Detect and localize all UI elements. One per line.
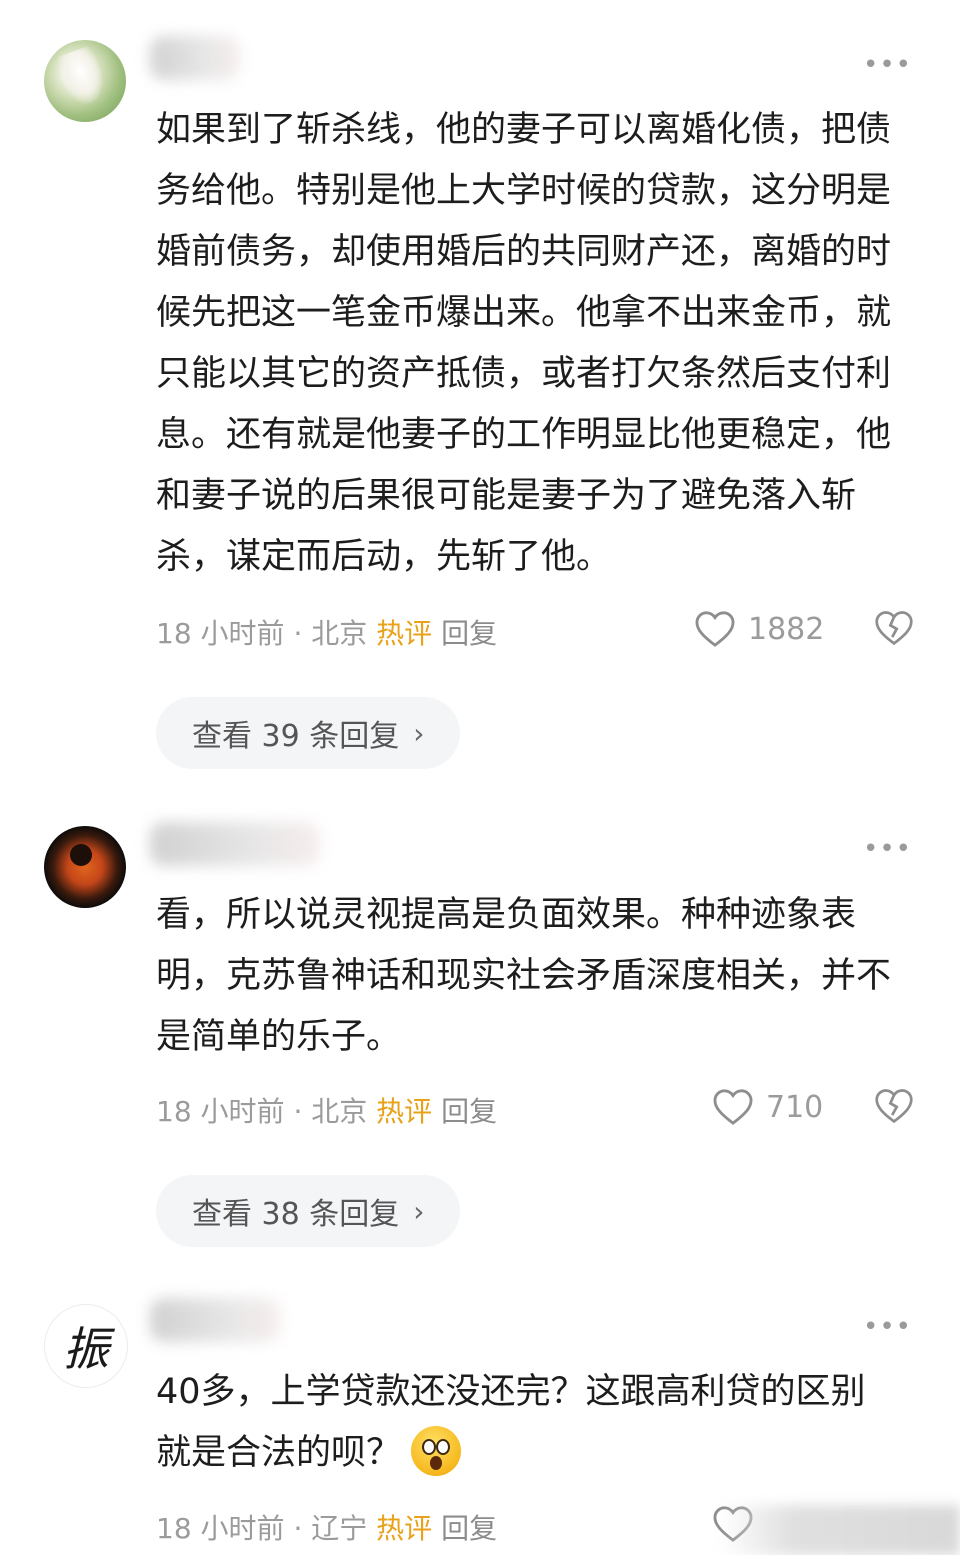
comment-location: 辽宁 — [311, 1512, 368, 1545]
shocked-face-emoji-icon — [411, 1426, 462, 1476]
comment-time: 18 小时前 — [156, 1095, 285, 1128]
meta-separator: · — [293, 1512, 303, 1545]
comment-location: 北京 — [311, 617, 368, 650]
user-avatar[interactable] — [44, 40, 126, 122]
meta-separator: · — [293, 617, 303, 650]
view-replies-label: 查看 39 条回复 — [192, 719, 400, 754]
watermark-blur — [720, 1505, 960, 1555]
comment-text: 看，所以说灵视提高是负面效果。种种迹象表明，克苏鲁神话和现实社会矛盾深度相关，并… — [156, 895, 892, 1057]
hot-comment-badge: 热评 — [376, 617, 433, 650]
chevron-right-icon: › — [413, 716, 425, 750]
user-avatar[interactable] — [44, 826, 126, 908]
comment-meta: 18 小时前 · 辽宁 热评 回复 — [156, 1507, 497, 1547]
comment-meta: 18 小时前 · 北京 热评 回复 — [156, 612, 497, 652]
chevron-right-icon: › — [413, 1194, 425, 1228]
like-button[interactable]: 1882 — [694, 610, 824, 648]
comment-time: 18 小时前 — [156, 1512, 285, 1545]
more-options-icon[interactable]: ••• — [863, 1314, 912, 1340]
comment-text: 如果到了斩杀线，他的妻子可以离婚化债，把债务给他。特别是他上大学时候的贷款，这分… — [156, 110, 892, 577]
comment-location: 北京 — [311, 1095, 368, 1128]
broken-heart-icon[interactable] — [874, 608, 914, 648]
view-replies-label: 查看 38 条回复 — [192, 1197, 400, 1232]
broken-heart-icon[interactable] — [874, 1086, 914, 1126]
comment-text: 40多，上学贷款还没还完？这跟高利贷的区别就是合法的呗？ — [156, 1362, 896, 1484]
heart-icon — [695, 611, 735, 647]
meta-separator: · — [293, 1095, 303, 1128]
view-replies-button[interactable]: 查看 39 条回复 › — [156, 697, 461, 769]
avatar-calligraphy: 振 — [63, 1322, 109, 1376]
like-count: 1882 — [748, 611, 825, 647]
comment-time: 18 小时前 — [156, 617, 285, 650]
reply-button[interactable]: 回复 — [441, 1095, 497, 1128]
more-options-icon[interactable]: ••• — [863, 52, 912, 78]
username-blurred[interactable] — [150, 822, 320, 866]
hot-comment-badge: 热评 — [376, 1512, 433, 1545]
heart-icon — [713, 1089, 753, 1125]
reply-button[interactable]: 回复 — [441, 617, 497, 650]
comment-meta: 18 小时前 · 北京 热评 回复 — [156, 1090, 497, 1130]
reply-button[interactable]: 回复 — [441, 1512, 497, 1545]
username-blurred[interactable] — [150, 1298, 280, 1342]
comment-text-content: 40多，上学贷款还没还完？这跟高利贷的区别就是合法的呗？ — [156, 1372, 866, 1473]
hot-comment-badge: 热评 — [376, 1095, 433, 1128]
user-avatar[interactable]: 振 — [44, 1304, 128, 1388]
like-count: 710 — [766, 1089, 824, 1125]
like-button[interactable]: 710 — [712, 1088, 823, 1126]
username-blurred[interactable] — [150, 36, 240, 80]
more-options-icon[interactable]: ••• — [863, 836, 912, 862]
view-replies-button[interactable]: 查看 38 条回复 › — [156, 1175, 461, 1247]
